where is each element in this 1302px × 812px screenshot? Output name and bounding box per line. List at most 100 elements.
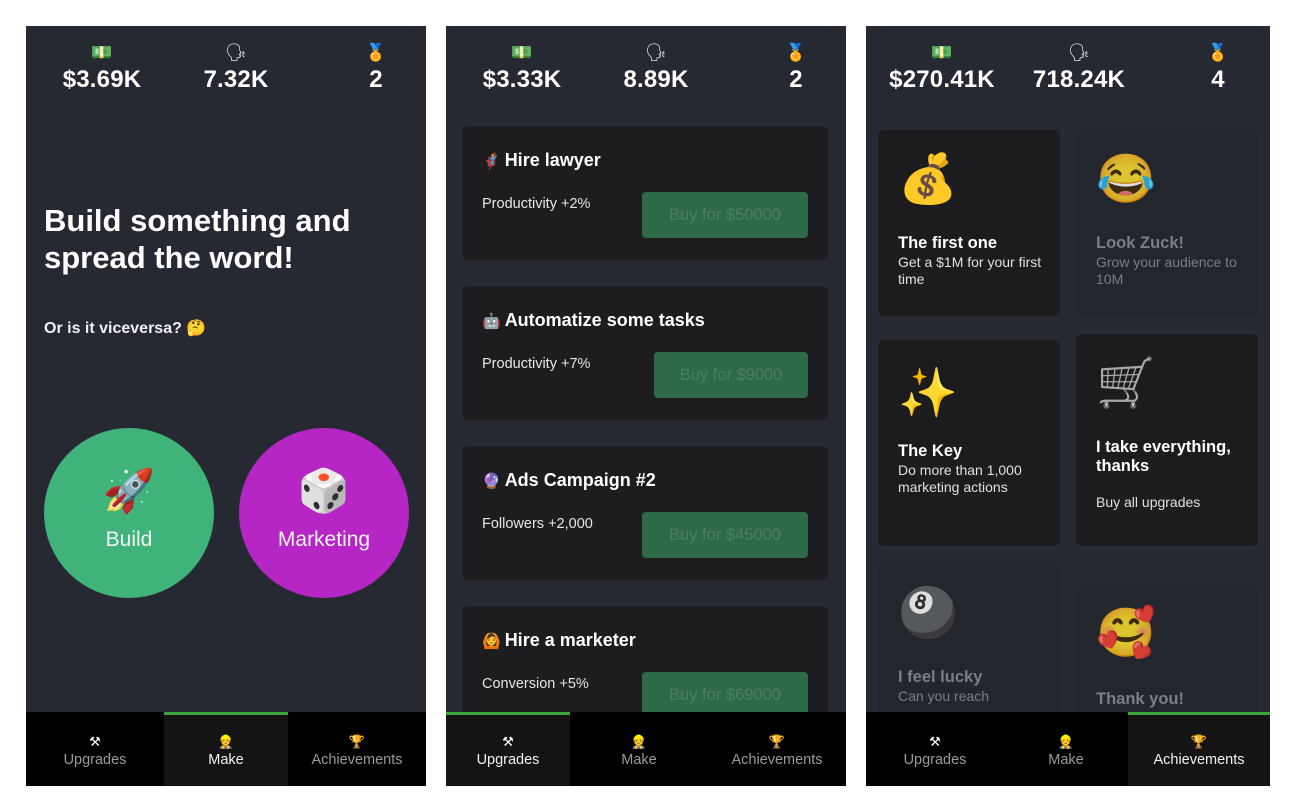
followers-stat: 🗣 8.89K <box>606 42 706 94</box>
achievements-screen: 💵 $270.41K 🗣 718.24K 🏅 4 💰 The first one… <box>866 26 1270 786</box>
shopping-cart-icon: 🛒 <box>1096 357 1156 410</box>
marketing-button[interactable]: 🎲 Marketing <box>239 428 409 598</box>
trophy-icon: 🏆 <box>348 734 366 749</box>
speaking-head-icon: 🗣 <box>1068 43 1090 62</box>
money-icon: 💵 <box>931 43 953 62</box>
tab-make[interactable]: 👷 Make <box>164 712 288 786</box>
tab-upgrades[interactable]: ⚒ Upgrades <box>866 712 1004 786</box>
tab-bar: ⚒ Upgrades 👷 Make 🏆 Achievements <box>446 712 846 786</box>
rocket-icon: 🚀 <box>102 467 156 514</box>
dice-icon: 🎲 <box>297 467 351 514</box>
tab-label: Achievements <box>731 752 823 768</box>
page-subtitle: Or is it viceversa? 🤔 <box>44 320 207 337</box>
build-button[interactable]: 🚀 Build <box>44 428 214 598</box>
person-icon: 👷 <box>1057 734 1075 749</box>
upgrade-effect: Conversion +5% <box>482 676 589 692</box>
achievement-title: The first one <box>898 234 998 252</box>
money-stat: 💵 $3.69K <box>50 42 154 94</box>
money-icon: 💵 <box>511 43 533 62</box>
achievements-stat: 🏅 4 <box>1188 42 1248 94</box>
achievements-count: 2 <box>789 66 803 93</box>
buy-button[interactable]: Buy for $45000 <box>642 512 808 558</box>
medal-icon: 🏅 <box>785 43 807 62</box>
tab-bar: ⚒ Upgrades 👷 Make 🏆 Achievements <box>26 712 426 786</box>
money-stat: 💵 $3.33K <box>470 42 574 94</box>
tab-upgrades[interactable]: ⚒ Upgrades <box>446 712 570 786</box>
followers-stat: 🗣 718.24K <box>1014 42 1144 94</box>
medal-icon: 🏅 <box>365 43 387 62</box>
upgrade-card: 🔮 Ads Campaign #2 Followers +2,000 Buy fo… <box>462 446 828 580</box>
achievement-title: Look Zuck! <box>1096 234 1185 252</box>
person-icon: 👷 <box>630 734 648 749</box>
superhero-icon: 🦸 <box>482 153 501 170</box>
tab-make[interactable]: 👷 Make <box>570 712 708 786</box>
sparkles-icon: ✨ <box>898 367 958 420</box>
tools-icon: ⚒ <box>89 734 101 749</box>
robot-icon: 🤖 <box>482 313 501 330</box>
money-bag-icon: 💰 <box>898 153 958 206</box>
tab-bar: ⚒ Upgrades 👷 Make 🏆 Achievements <box>866 712 1270 786</box>
money-value: $270.41K <box>889 66 995 93</box>
smiling-face-with-hearts-icon: 🥰 <box>1096 607 1156 660</box>
build-label: Build <box>105 528 153 551</box>
money-value: $3.69K <box>62 66 142 93</box>
tab-label: Upgrades <box>63 752 127 768</box>
tab-make[interactable]: 👷 Make <box>1004 712 1128 786</box>
achievement-title: Thank you! <box>1096 690 1185 708</box>
upgrade-card: 🤖 Automatize some tasks Productivity +7% … <box>462 286 828 420</box>
followers-value: 8.89K <box>623 66 689 93</box>
money-icon: 💵 <box>91 43 113 62</box>
upgrade-title: 🔮 Ads Campaign #2 <box>482 470 656 491</box>
person-icon: 👷 <box>217 734 235 749</box>
tools-icon: ⚒ <box>929 734 941 749</box>
achievements-count: 2 <box>369 66 383 93</box>
crystal-ball-icon: 🔮 <box>482 473 501 490</box>
tab-upgrades[interactable]: ⚒ Upgrades <box>26 712 164 786</box>
medal-icon: 🏅 <box>1207 43 1229 62</box>
achievement-card-locked: 😂 Look Zuck! Grow your audience to 10M <box>1076 130 1258 316</box>
upgrade-title-text: Hire a marketer <box>504 630 636 650</box>
achievement-desc: Get a $1M for your first time <box>898 254 1042 287</box>
speaking-head-icon: 🗣 <box>225 43 247 62</box>
tab-label: Make <box>621 752 657 768</box>
achievement-desc: Grow your audience to 10M <box>1096 254 1237 287</box>
pool-8-ball-icon: 🎱 <box>898 587 958 640</box>
make-screen: 💵 $3.69K 🗣 7.32K 🏅 2 Build something and… <box>26 26 426 786</box>
upgrade-title: 🦸 Hire lawyer <box>482 150 601 171</box>
tab-achievements[interactable]: 🏆 Achievements <box>1128 712 1270 786</box>
upgrade-card: 🦸 Hire lawyer Productivity +2% Buy for $5… <box>462 126 828 260</box>
achievement-desc: Do more than 1,000 marketing actions <box>898 462 1022 495</box>
buy-button[interactable]: Buy for $9000 <box>654 352 808 398</box>
achievement-desc: Can you reach <box>898 688 990 704</box>
upgrade-effect: Productivity +2% <box>482 196 591 212</box>
page-title: Build something and spread the word! <box>44 203 351 275</box>
marketing-label: Marketing <box>277 528 371 551</box>
stats-bar: 💵 $270.41K 🗣 718.24K 🏅 4 <box>866 42 1270 112</box>
tab-label: Make <box>1048 752 1084 768</box>
upgrade-title: 🙆 Hire a marketer <box>482 630 636 651</box>
tab-achievements[interactable]: 🏆 Achievements <box>288 712 426 786</box>
money-stat: 💵 $270.41K <box>878 42 1006 94</box>
money-value: $3.33K <box>482 66 562 93</box>
achievement-desc: Buy all upgrades <box>1096 494 1201 510</box>
buy-button[interactable]: Buy for $50000 <box>642 192 808 238</box>
upgrade-title-text: Hire lawyer <box>504 150 601 170</box>
followers-value: 7.32K <box>203 66 269 93</box>
achievements-stat: 🏅 2 <box>766 42 826 94</box>
achievements-count: 4 <box>1211 66 1225 93</box>
tab-label: Make <box>208 752 244 768</box>
upgrade-effect: Productivity +7% <box>482 356 591 372</box>
tab-achievements[interactable]: 🏆 Achievements <box>708 712 846 786</box>
upgrades-screen: 💵 $3.33K 🗣 8.89K 🏅 2 🦸 Hire lawyer Produc… <box>446 26 846 786</box>
achievement-card: ✨ The Key Do more than 1,000 marketing a… <box>878 340 1060 546</box>
tab-label: Achievements <box>1153 752 1245 768</box>
achievement-title: I feel lucky <box>898 668 983 686</box>
tools-icon: ⚒ <box>502 734 514 749</box>
achievements-stat: 🏅 2 <box>346 42 406 94</box>
followers-value: 718.24K <box>1032 66 1126 93</box>
trophy-icon: 🏆 <box>1190 734 1208 749</box>
trophy-icon: 🏆 <box>768 734 786 749</box>
achievement-title: I take everything, thanks <box>1096 438 1231 475</box>
upgrade-title: 🤖 Automatize some tasks <box>482 310 705 331</box>
upgrade-title-text: Ads Campaign #2 <box>504 470 656 490</box>
